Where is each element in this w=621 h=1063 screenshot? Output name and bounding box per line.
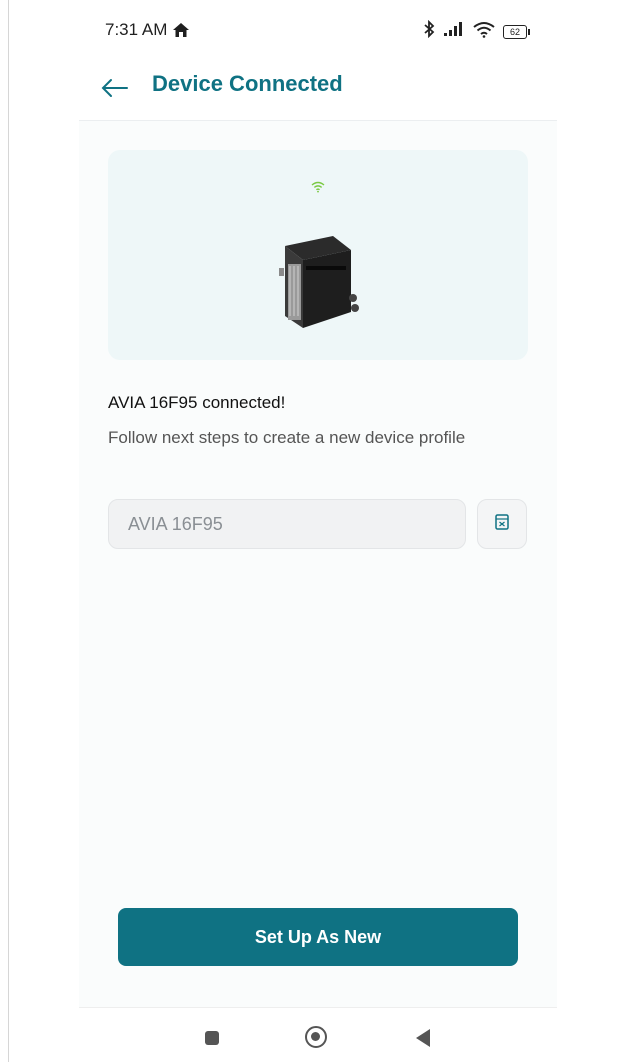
back-button[interactable]: [99, 74, 131, 102]
wifi-status-icon: [473, 21, 495, 43]
status-bar: 7:31 AM 62: [79, 0, 557, 58]
system-nav-bar: [79, 1007, 557, 1063]
signal-icon: [443, 21, 465, 42]
device-image: [273, 228, 363, 333]
back-nav-icon[interactable]: [416, 1029, 430, 1047]
status-icons: 62: [423, 19, 530, 43]
auto-name-icon: [494, 513, 510, 536]
auto-name-button[interactable]: [477, 499, 527, 549]
status-time: 7:31 AM: [105, 20, 168, 39]
home-nav-icon[interactable]: [305, 1026, 327, 1048]
set-up-as-new-button[interactable]: Set Up As New: [118, 908, 518, 966]
bluetooth-icon: [423, 19, 435, 43]
device-name-input[interactable]: [108, 499, 466, 549]
frame-edge: [8, 0, 9, 1062]
device-hero-card: [108, 150, 528, 360]
battery-icon: 62: [503, 24, 530, 39]
page-title: Device Connected: [152, 71, 343, 96]
app-bar: Device Connected: [79, 58, 557, 121]
wifi-icon: [311, 180, 325, 198]
instruction-text: Follow next steps to create a new device…: [108, 428, 466, 447]
home-icon: [172, 22, 190, 43]
app-screen: 7:31 AM 62 Device Connected AVIA 16F95 c…: [79, 0, 557, 1063]
connected-message: AVIA 16F95 connected!: [108, 393, 286, 412]
recent-apps-icon[interactable]: [205, 1031, 219, 1045]
arrow-left-icon: [99, 79, 131, 106]
